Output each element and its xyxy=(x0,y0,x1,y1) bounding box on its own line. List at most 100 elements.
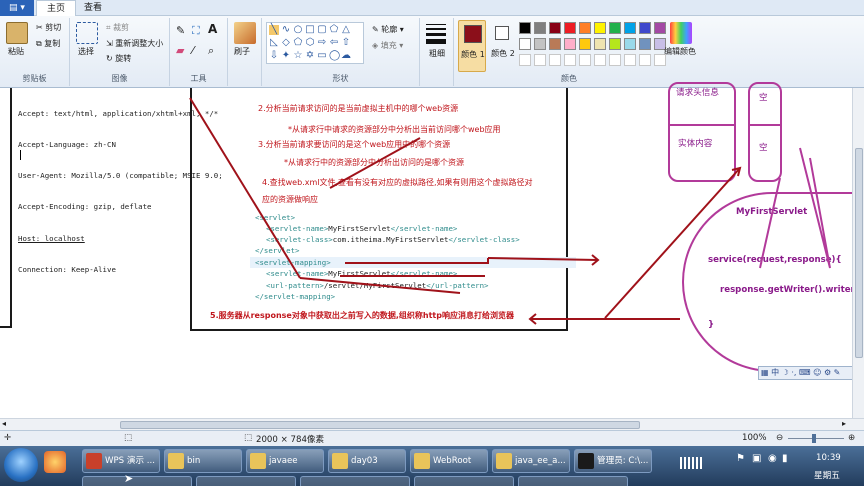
taskbar-second-row-item[interactable] xyxy=(300,476,410,486)
zoom-out-icon[interactable]: ⊖ xyxy=(776,433,783,443)
horizontal-scrollbar[interactable]: ◂ ▸ xyxy=(0,418,864,430)
arrow-left-shape-icon[interactable]: ⇦ xyxy=(329,38,339,48)
arrow-up-shape-icon[interactable]: ⇧ xyxy=(341,38,351,48)
right-triangle-shape-icon[interactable]: ◺ xyxy=(269,38,279,48)
palette-empty-swatch[interactable] xyxy=(579,54,591,66)
taskbar-item[interactable]: WebRoot xyxy=(410,449,488,473)
file-menu-button[interactable]: ▤ ▾ xyxy=(0,0,34,16)
rectangle-shape-icon[interactable]: □ xyxy=(305,25,315,35)
brushes-button[interactable]: 刷子 xyxy=(234,46,250,57)
ime-toolbar[interactable]: ▦ 中 ☽ ·, ⌨ ☺ ⚙ ✎ xyxy=(758,366,856,380)
palette-color-swatch[interactable] xyxy=(534,22,546,34)
taskbar-second-row-item[interactable] xyxy=(82,476,192,486)
taskbar-item[interactable]: WPS 演示 ... xyxy=(82,449,160,473)
fill-icon[interactable]: ⛶ xyxy=(192,24,200,38)
star5-shape-icon[interactable]: ☆ xyxy=(293,51,303,61)
clock-day[interactable]: 星期五 xyxy=(814,469,840,481)
color1-button[interactable]: 颜色 1 xyxy=(458,20,486,72)
paste-button[interactable]: 粘贴 xyxy=(8,46,24,57)
pentagon-shape-icon[interactable]: ⬠ xyxy=(293,38,303,48)
arrow-right-shape-icon[interactable]: ⇨ xyxy=(317,38,327,48)
callout-rect-shape-icon[interactable]: ▭ xyxy=(317,51,327,61)
eraser-icon[interactable]: ▰ xyxy=(176,44,184,57)
tab-home[interactable]: 主页 xyxy=(36,0,77,16)
tab-view[interactable]: 查看 xyxy=(74,0,112,16)
text-icon[interactable]: A xyxy=(208,22,217,36)
callout-oval-shape-icon[interactable]: ◯ xyxy=(329,51,340,61)
palette-color-swatch[interactable] xyxy=(624,38,636,50)
palette-empty-swatch[interactable] xyxy=(639,54,651,66)
palette-empty-swatch[interactable] xyxy=(519,54,531,66)
zoom-slider-thumb[interactable] xyxy=(812,434,816,443)
size-button[interactable]: 粗细 xyxy=(428,48,446,59)
palette-color-swatch[interactable] xyxy=(534,38,546,50)
palette-color-swatch[interactable] xyxy=(564,38,576,50)
signal-icon[interactable] xyxy=(680,457,704,469)
palette-color-swatch[interactable] xyxy=(639,38,651,50)
clock-time[interactable]: 10:39 xyxy=(816,453,841,463)
zoom-slider[interactable] xyxy=(788,438,844,439)
palette-empty-swatch[interactable] xyxy=(534,54,546,66)
network-icon[interactable]: ▣ xyxy=(752,453,761,464)
rotate-button[interactable]: ↻ 旋转 xyxy=(106,53,131,64)
palette-empty-swatch[interactable] xyxy=(609,54,621,66)
oval-shape-icon[interactable]: ○ xyxy=(293,25,303,35)
scroll-right-icon[interactable]: ▸ xyxy=(842,419,846,428)
palette-empty-swatch[interactable] xyxy=(564,54,576,66)
diamond-shape-icon[interactable]: ◇ xyxy=(281,38,291,48)
palette-color-swatch[interactable] xyxy=(624,22,636,34)
taskbar-item[interactable]: bin xyxy=(164,449,242,473)
star6-shape-icon[interactable]: ✡ xyxy=(305,51,315,61)
pinned-app-icon[interactable] xyxy=(44,451,66,473)
curve-shape-icon[interactable]: ∿ xyxy=(281,25,291,35)
zoom-in-icon[interactable]: ⊕ xyxy=(848,433,855,443)
taskbar-second-row-item[interactable] xyxy=(518,476,628,486)
palette-color-swatch[interactable] xyxy=(594,38,606,50)
polygon-shape-icon[interactable]: ⬠ xyxy=(329,25,339,35)
shapes-gallery[interactable]: ╲ ∿ ○ □ ▢ ⬠ △ ◺ ◇ ⬠ ⬡ ⇨ ⇦ ⇧ ⇩ ✦ ☆ ✡ ▭ ◯ … xyxy=(266,22,364,64)
palette-color-swatch[interactable] xyxy=(549,22,561,34)
palette-color-swatch[interactable] xyxy=(579,38,591,50)
horizontal-scroll-thumb[interactable] xyxy=(120,421,640,429)
palette-color-swatch[interactable] xyxy=(519,38,531,50)
outline-button[interactable]: ✎ 轮廓 ▾ xyxy=(372,24,404,35)
star4-shape-icon[interactable]: ✦ xyxy=(281,51,291,61)
scroll-left-icon[interactable]: ◂ xyxy=(2,419,6,428)
cut-button[interactable]: ✂ 剪切 xyxy=(36,22,61,33)
taskbar-item[interactable]: javaee xyxy=(246,449,324,473)
select-button[interactable]: 选择 xyxy=(78,46,94,57)
palette-empty-swatch[interactable] xyxy=(624,54,636,66)
palette-empty-swatch[interactable] xyxy=(549,54,561,66)
battery-icon[interactable]: ▮ xyxy=(782,453,788,464)
taskbar-second-row-item[interactable] xyxy=(196,476,296,486)
flag-icon[interactable]: ⚑ xyxy=(736,453,745,464)
palette-color-swatch[interactable] xyxy=(609,38,621,50)
color-picker-icon[interactable]: ⁄ xyxy=(192,44,194,57)
arrow-down-shape-icon[interactable]: ⇩ xyxy=(269,51,279,61)
palette-color-swatch[interactable] xyxy=(639,22,651,34)
start-button[interactable] xyxy=(4,448,38,482)
taskbar-second-row-item[interactable] xyxy=(414,476,514,486)
fill-button[interactable]: ◈ 填充 ▾ xyxy=(372,40,403,51)
palette-color-swatch[interactable] xyxy=(519,22,531,34)
palette-color-swatch[interactable] xyxy=(564,22,576,34)
taskbar-item[interactable]: java_ee_a... xyxy=(492,449,570,473)
cloud-shape-icon[interactable]: ☁ xyxy=(341,51,351,61)
volume-icon[interactable]: ◉ xyxy=(768,453,777,464)
hexagon-shape-icon[interactable]: ⬡ xyxy=(305,38,315,48)
palette-color-swatch[interactable] xyxy=(654,22,666,34)
palette-color-swatch[interactable] xyxy=(549,38,561,50)
taskbar-item[interactable]: day03 xyxy=(328,449,406,473)
rounded-rectangle-shape-icon[interactable]: ▢ xyxy=(317,25,327,35)
edit-colors-button[interactable]: 编辑颜色 xyxy=(664,46,696,57)
palette-empty-swatch[interactable] xyxy=(594,54,606,66)
copy-button[interactable]: ⧉ 复制 xyxy=(36,38,60,49)
color2-button[interactable]: 颜色 2 xyxy=(490,20,516,72)
palette-color-swatch[interactable] xyxy=(579,22,591,34)
line-shape-icon[interactable]: ╲ xyxy=(269,25,279,35)
palette-color-swatch[interactable] xyxy=(594,22,606,34)
palette-color-swatch[interactable] xyxy=(609,22,621,34)
crop-button[interactable]: ⌗ 裁剪 xyxy=(106,22,129,33)
pencil-icon[interactable]: ✎ xyxy=(176,24,185,37)
magnifier-icon[interactable]: ⌕ xyxy=(208,44,214,58)
